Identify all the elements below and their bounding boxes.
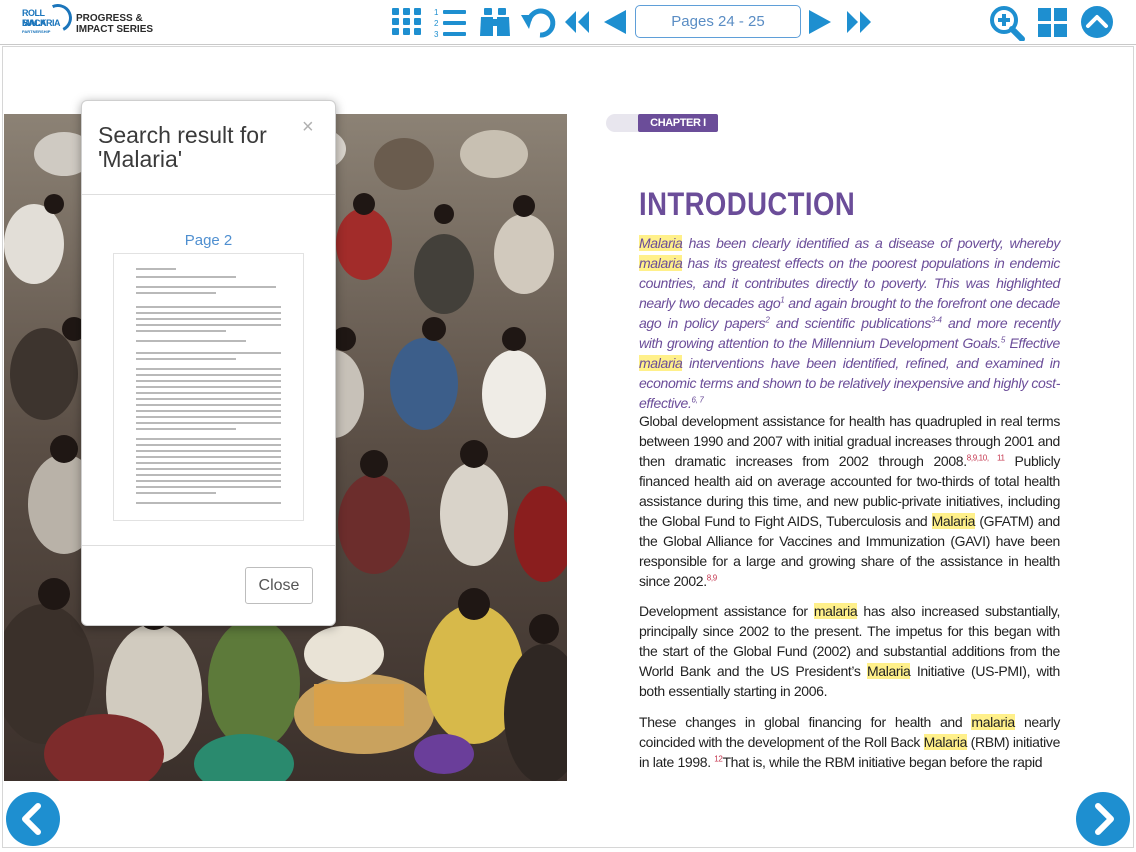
search-highlight: malaria xyxy=(971,714,1015,730)
reference-superscript: 3-4 xyxy=(931,315,942,325)
top-toolbar: ROLL BACK MALARIA PARTNERSHIP PROGRESS &… xyxy=(0,0,1136,45)
zoom-in-icon[interactable] xyxy=(989,5,1027,41)
undo-icon[interactable] xyxy=(520,5,558,39)
search-highlight: Malaria xyxy=(866,663,911,679)
search-result-page-label[interactable]: Page 2 xyxy=(82,232,335,249)
chevron-left-icon xyxy=(22,803,41,835)
svg-text:1: 1 xyxy=(434,8,439,17)
previous-page-button[interactable] xyxy=(6,792,60,846)
series-title-line-2: IMPACT SERIES xyxy=(76,24,154,35)
search-highlight: malaria xyxy=(639,355,683,371)
logo-line-3: PARTNERSHIP xyxy=(22,29,51,34)
intro-paragraph: Malaria has been clearly identified as a… xyxy=(639,235,1060,411)
next-page-button[interactable] xyxy=(1076,792,1130,846)
previous-page-icon[interactable] xyxy=(601,5,629,39)
search-highlight: Malaria xyxy=(923,734,968,750)
chevron-right-icon xyxy=(1095,803,1114,835)
search-result-page-thumbnail[interactable] xyxy=(113,253,304,521)
search-popup-divider-bottom xyxy=(82,545,335,546)
search-highlight: Malaria xyxy=(639,235,683,251)
search-highlight: malaria xyxy=(813,603,858,619)
layout-tiles-icon[interactable] xyxy=(1037,5,1069,39)
search-popup-title: Search result for 'Malaria' xyxy=(98,122,267,172)
reference-superscript: 6, 7 xyxy=(691,395,704,405)
series-title-line-1: PROGRESS & xyxy=(76,13,143,24)
reference-superscript: 8,9,10, 11 xyxy=(966,453,1005,463)
chapter-tag: CHAPTER I xyxy=(606,114,718,132)
page-indicator[interactable]: Pages 24 - 25 xyxy=(635,5,801,38)
svg-text:3: 3 xyxy=(434,30,439,39)
next-page-icon[interactable] xyxy=(806,5,834,39)
close-button[interactable]: Close xyxy=(245,567,313,604)
reference-superscript: 8,9 xyxy=(706,573,717,583)
roll-back-malaria-logo: ROLL BACK MALARIA PARTNERSHIP PROGRESS &… xyxy=(22,0,153,40)
last-page-icon[interactable] xyxy=(843,5,873,39)
search-results-popup: Search result for 'Malaria' × Page 2 Clo… xyxy=(81,100,336,626)
search-highlight: Malaria xyxy=(931,513,976,529)
series-title: PROGRESS & IMPACT SERIES xyxy=(76,13,156,35)
body-paragraph-2: Development assistance for malaria has a… xyxy=(639,603,1060,699)
thumbnails-grid-icon[interactable] xyxy=(390,5,424,39)
chapter-label: CHAPTER I xyxy=(638,114,718,132)
page-heading: INTRODUCTION xyxy=(639,186,856,222)
binoculars-search-icon[interactable] xyxy=(478,5,512,39)
svg-text:2: 2 xyxy=(434,19,439,28)
rbm-logo-mark: ROLL BACK MALARIA PARTNERSHIP xyxy=(22,0,76,40)
body-paragraph-3: These changes in global financing for he… xyxy=(639,714,1061,770)
search-popup-divider-top xyxy=(82,194,335,195)
close-icon[interactable]: × xyxy=(302,117,314,137)
table-of-contents-icon[interactable]: 1 2 3 xyxy=(432,5,468,39)
collapse-up-icon[interactable] xyxy=(1080,5,1114,39)
search-highlight: malaria xyxy=(639,255,683,271)
first-page-icon[interactable] xyxy=(563,5,593,39)
body-paragraph-1: Global development assistance for health… xyxy=(639,413,1060,589)
